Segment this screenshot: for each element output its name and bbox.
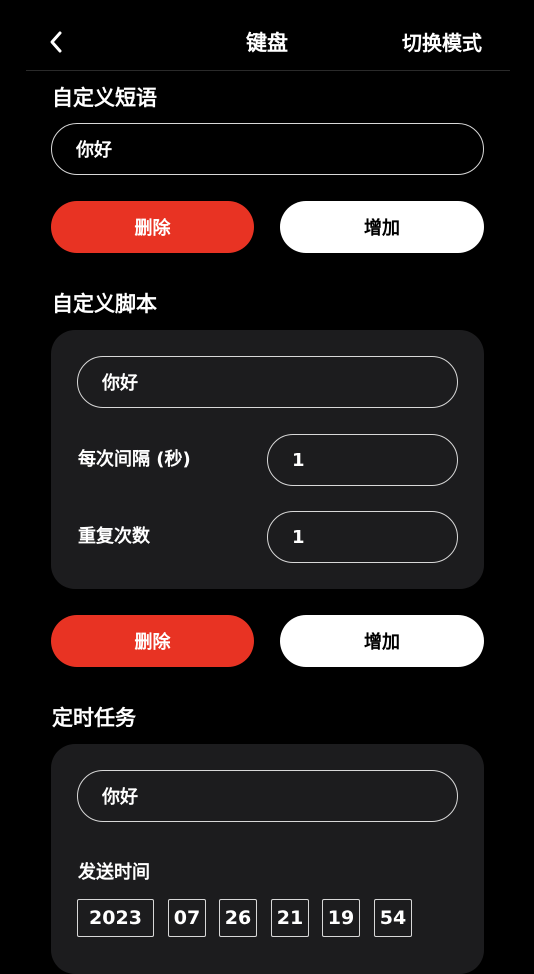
header-divider (26, 70, 510, 71)
timer-section-title: 定时任务 (52, 706, 136, 730)
second-field[interactable]: 54 (374, 899, 412, 937)
interval-label: 每次间隔 (秒) (78, 449, 191, 470)
phrase-section-title: 自定义短语 (52, 86, 157, 110)
send-time-label: 发送时间 (78, 862, 150, 883)
script-add-button[interactable]: 增加 (280, 615, 484, 667)
script-input[interactable] (77, 356, 458, 408)
repeat-input[interactable] (267, 511, 458, 563)
hour-field[interactable]: 21 (271, 899, 309, 937)
repeat-label: 重复次数 (78, 526, 150, 547)
switch-mode-button[interactable]: 切换模式 (402, 27, 482, 59)
script-section-title: 自定义脚本 (52, 292, 157, 316)
day-field[interactable]: 26 (219, 899, 257, 937)
phrase-delete-button[interactable]: 删除 (51, 201, 254, 253)
phrase-add-button[interactable]: 增加 (280, 201, 484, 253)
phrase-input[interactable] (51, 123, 484, 175)
month-field[interactable]: 07 (168, 899, 206, 937)
script-delete-button[interactable]: 删除 (51, 615, 254, 667)
timer-input[interactable] (77, 770, 458, 822)
minute-field[interactable]: 19 (322, 899, 360, 937)
interval-input[interactable] (267, 434, 458, 486)
year-field[interactable]: 2023 (77, 899, 154, 937)
